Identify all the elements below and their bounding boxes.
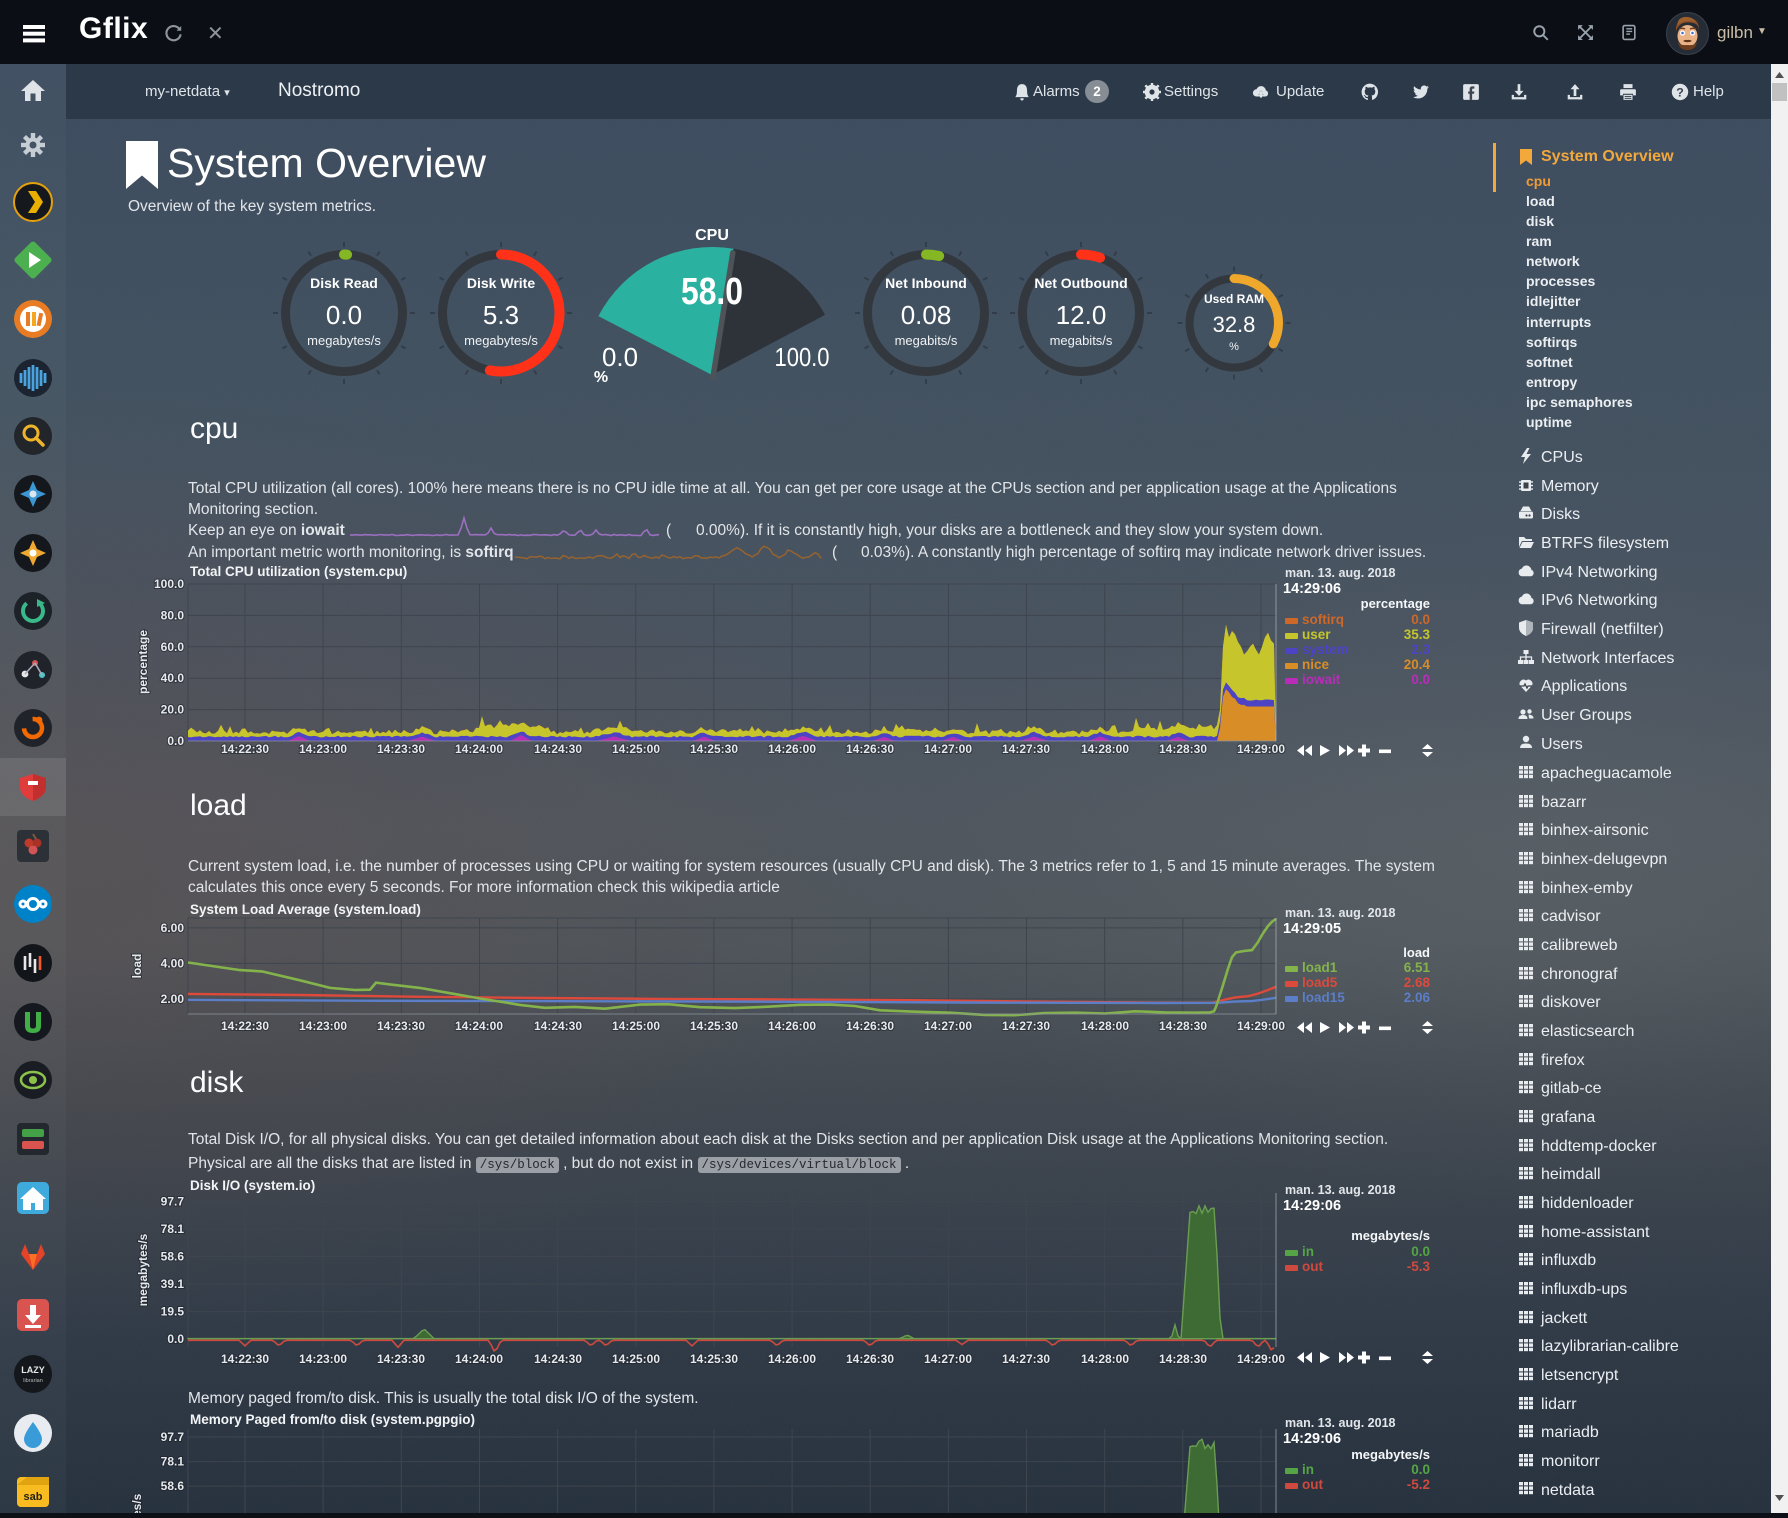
svg-text:LAZY: LAZY bbox=[21, 1365, 45, 1375]
svg-text:sab: sab bbox=[24, 1491, 43, 1503]
svg-text:librarian: librarian bbox=[23, 1378, 43, 1384]
svg-text:?: ? bbox=[1676, 86, 1684, 100]
